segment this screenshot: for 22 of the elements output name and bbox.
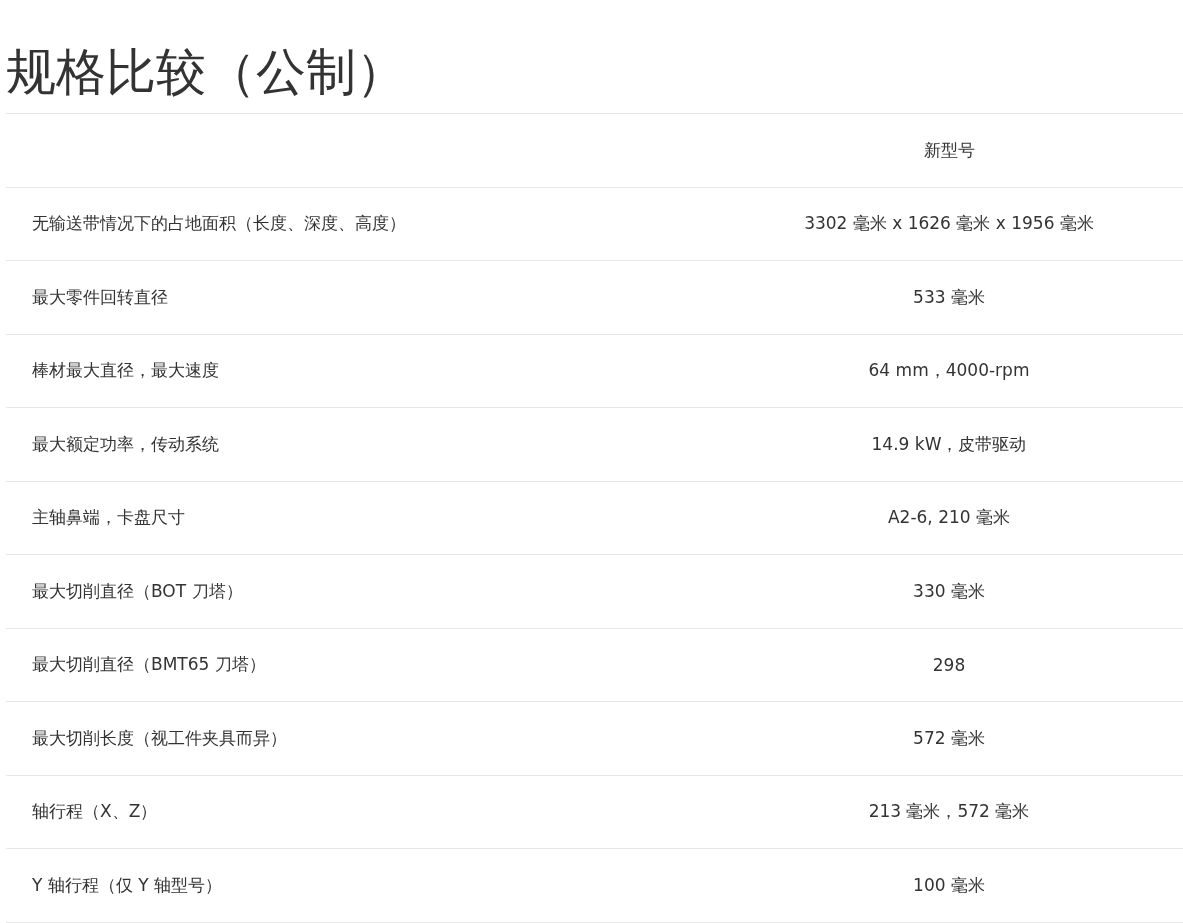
- spec-value: 14.9 kW，皮带驱动: [871, 433, 1027, 454]
- column-header: 新型号: [923, 139, 975, 160]
- spec-value: 533 毫米: [913, 286, 985, 307]
- spec-value: 298: [932, 654, 966, 675]
- spec-label: 主轴鼻端，卡盘尺寸: [32, 507, 185, 528]
- spec-label: 最大切削直径（BMT65 刀塔）: [32, 654, 266, 675]
- page-title: 规格比较（公制）: [6, 34, 1183, 114]
- spec-value: 330 毫米: [913, 580, 985, 601]
- spec-label: 最大切削直径（BOT 刀塔）: [32, 580, 243, 601]
- spec-label: 棒材最大直径，最大速度: [32, 360, 219, 381]
- spec-label: 最大额定功率，传动系统: [32, 433, 219, 454]
- spec-label: 最大零件回转直径: [32, 286, 168, 307]
- spec-value: 3302 毫米 x 1626 毫米 x 1956 毫米: [804, 213, 1094, 234]
- spec-label: 轴行程（X、Z）: [32, 801, 158, 822]
- spec-value: 64 mm，4000-rpm: [868, 360, 1030, 381]
- spec-label: 最大切削长度（视工件夹具而异）: [32, 727, 287, 748]
- spec-value: 572 毫米: [913, 727, 985, 748]
- spec-value: 100 毫米: [913, 874, 985, 895]
- spec-label: Y 轴行程（仅 Y 轴型号）: [32, 874, 222, 895]
- spec-value: A2-6, 210 毫米: [887, 507, 1011, 528]
- spec-label: 无输送带情况下的占地面积（长度、深度、高度）: [32, 213, 406, 234]
- spec-value: 213 毫米，572 毫米: [868, 801, 1030, 822]
